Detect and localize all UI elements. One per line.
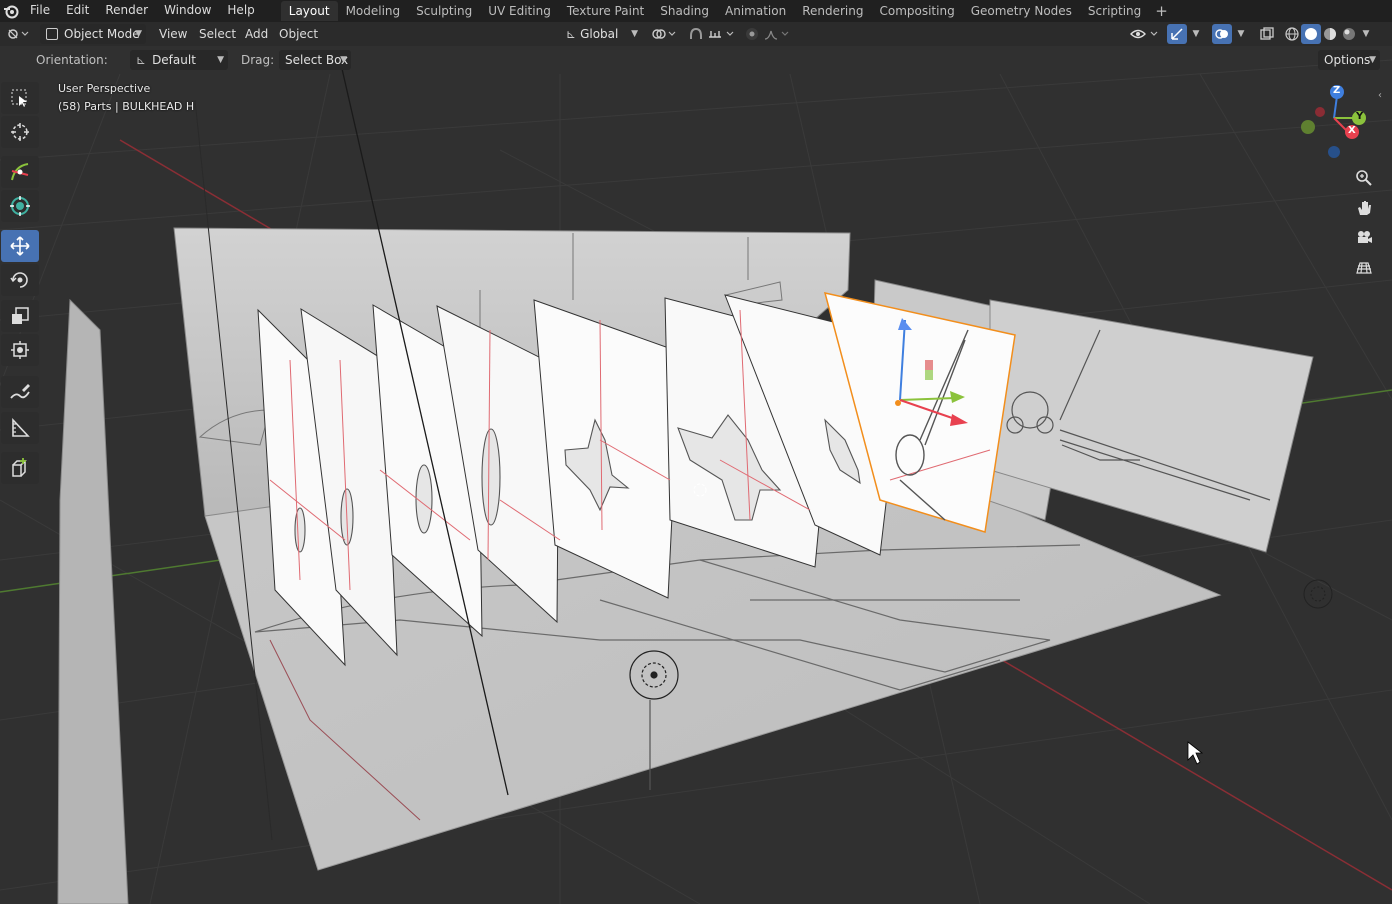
solid-shading-icon[interactable] bbox=[1301, 24, 1321, 44]
orientation-label: Orientation: bbox=[36, 53, 108, 67]
add-workspace-button[interactable]: + bbox=[1149, 1, 1174, 21]
sidebar-toggle-icon[interactable]: ‹ bbox=[1378, 90, 1382, 101]
rotate-icon[interactable] bbox=[1, 264, 39, 296]
add-cube-icon[interactable] bbox=[1, 452, 39, 484]
header-menu-add[interactable]: Add bbox=[245, 24, 268, 44]
overlays-dropdown-icon[interactable]: ▼ bbox=[1234, 24, 1248, 44]
tab-scripting[interactable]: Scripting bbox=[1080, 1, 1149, 21]
collection-info-label: (58) Parts | BULKHEAD H bbox=[58, 100, 195, 113]
proportional-editing-icon[interactable] bbox=[742, 24, 762, 44]
header-menu-view[interactable]: View bbox=[159, 24, 187, 44]
menu-file[interactable]: File bbox=[22, 0, 58, 22]
editor-type-button[interactable] bbox=[4, 24, 32, 44]
drag-value: Select Box bbox=[285, 53, 349, 67]
chevron-down-icon: ▼ bbox=[1369, 55, 1376, 65]
drag-label: Drag: bbox=[241, 53, 275, 67]
menu-edit[interactable]: Edit bbox=[58, 0, 97, 22]
mode-dropdown[interactable]: Object Mode ▼ bbox=[40, 24, 146, 44]
menu-help[interactable]: Help bbox=[219, 0, 262, 22]
options-dropdown[interactable]: Options ▼ bbox=[1318, 50, 1380, 70]
tab-compositing[interactable]: Compositing bbox=[871, 1, 962, 21]
xray-toggle-icon[interactable] bbox=[1257, 24, 1277, 44]
navigation-gizmo[interactable]: Z Y X bbox=[1296, 82, 1376, 162]
transform-pivot-icon[interactable] bbox=[1, 190, 39, 222]
object-mode-icon bbox=[46, 28, 58, 40]
visibility-icon[interactable] bbox=[1128, 24, 1162, 44]
wireframe-shading-icon[interactable] bbox=[1282, 24, 1302, 44]
3d-viewport[interactable]: User Perspective (58) Parts | BULKHEAD H… bbox=[0, 46, 1392, 904]
snap-icon[interactable] bbox=[686, 24, 706, 44]
material-shading-icon[interactable] bbox=[1320, 24, 1340, 44]
chevron-down-icon: ▼ bbox=[135, 29, 142, 39]
transform-orientation-dropdown[interactable]: ⊾ Global ▼ bbox=[564, 24, 642, 44]
orientation-axes-icon: ⊾ bbox=[566, 27, 577, 41]
rendered-shading-icon[interactable] bbox=[1339, 24, 1359, 44]
perspective-toggle-icon[interactable] bbox=[1352, 256, 1376, 280]
tool-settings-bar: Orientation: ⊾ Default ▼ Drag: Select Box ▼… bbox=[0, 46, 1392, 74]
camera-view-icon[interactable] bbox=[1352, 226, 1376, 250]
orientation-value: Default bbox=[152, 53, 196, 67]
header-menu-select[interactable]: Select bbox=[199, 24, 236, 44]
gizmo-toggle-icon[interactable] bbox=[1167, 24, 1187, 44]
shading-dropdown-icon[interactable]: ▼ bbox=[1359, 24, 1373, 44]
snap-target-icon[interactable] bbox=[706, 24, 738, 44]
tab-rendering[interactable]: Rendering bbox=[794, 1, 871, 21]
tab-animation[interactable]: Animation bbox=[717, 1, 794, 21]
tab-modeling[interactable]: Modeling bbox=[338, 1, 409, 21]
scale-icon[interactable] bbox=[1, 300, 39, 332]
gizmo-z-label: Z bbox=[1333, 85, 1341, 96]
chevron-down-icon: ▼ bbox=[217, 55, 224, 65]
chevron-down-icon: ▼ bbox=[631, 29, 638, 39]
tab-layout[interactable]: Layout bbox=[280, 1, 338, 21]
orientation-dropdown[interactable]: ⊾ Default ▼ bbox=[130, 50, 228, 70]
transform-icon[interactable] bbox=[1, 334, 39, 366]
move-icon[interactable] bbox=[1, 230, 39, 262]
cursor-icon[interactable] bbox=[1, 116, 39, 148]
overlays-toggle-icon[interactable] bbox=[1212, 24, 1232, 44]
select-box-icon[interactable] bbox=[1, 82, 39, 114]
blender-logo-icon[interactable] bbox=[0, 0, 22, 22]
menu-window[interactable]: Window bbox=[156, 0, 219, 22]
gizmo-x-label: X bbox=[1348, 125, 1356, 136]
tab-shading[interactable]: Shading bbox=[652, 1, 717, 21]
menu-render[interactable]: Render bbox=[97, 0, 156, 22]
annotate-icon[interactable] bbox=[1, 376, 39, 408]
viewport-header: Object Mode ▼ View Select Add Object ⊾ Glo… bbox=[0, 22, 1392, 46]
proportional-falloff-icon[interactable] bbox=[762, 24, 792, 44]
orientation-label: Global bbox=[580, 27, 619, 41]
gizmo-y-label: Y bbox=[1356, 111, 1364, 122]
view-name-label: User Perspective bbox=[58, 82, 151, 95]
annotate-tweak-icon[interactable] bbox=[1, 156, 39, 188]
options-label: Options bbox=[1324, 53, 1371, 67]
top-bar: File Edit Render Window Help Layout Mode… bbox=[0, 0, 1392, 22]
chevron-down-icon: ▼ bbox=[340, 55, 347, 65]
tab-texture-paint[interactable]: Texture Paint bbox=[559, 1, 652, 21]
gizmo-dropdown-icon[interactable]: ▼ bbox=[1189, 24, 1203, 44]
tab-geometry-nodes[interactable]: Geometry Nodes bbox=[963, 1, 1080, 21]
drag-dropdown[interactable]: Select Box ▼ bbox=[279, 50, 351, 70]
mode-label: Object Mode bbox=[64, 27, 140, 41]
pan-hand-icon[interactable] bbox=[1352, 196, 1376, 220]
measure-icon[interactable] bbox=[1, 412, 39, 444]
zoom-icon[interactable] bbox=[1352, 166, 1376, 190]
scene-canvas bbox=[0, 59, 1392, 904]
mouse-cursor bbox=[1187, 741, 1204, 765]
tab-sculpting[interactable]: Sculpting bbox=[408, 1, 480, 21]
tab-uv-editing[interactable]: UV Editing bbox=[480, 1, 559, 21]
side-reference-plane bbox=[57, 298, 129, 904]
orientation-default-icon: ⊾ bbox=[136, 53, 147, 67]
header-menu-object[interactable]: Object bbox=[279, 24, 318, 44]
pivot-point-icon[interactable] bbox=[650, 24, 678, 44]
sun-object bbox=[1303, 579, 1333, 609]
workspace-tabs: Layout Modeling Sculpting UV Editing Tex… bbox=[280, 0, 1174, 22]
